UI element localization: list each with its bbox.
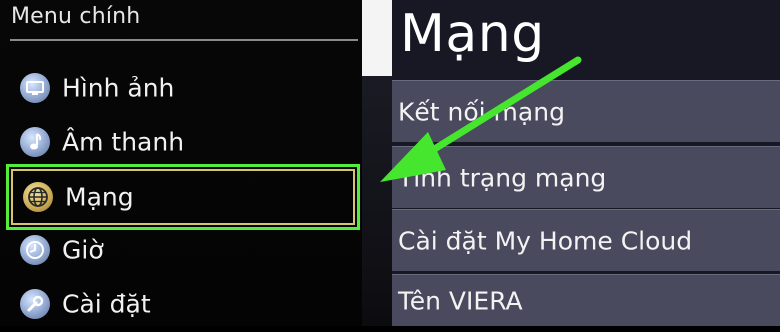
selection-highlight	[11, 169, 355, 225]
submenu-item-label: Cài đặt My Home Cloud	[398, 226, 693, 255]
submenu-item-label: Tình trạng mạng	[398, 163, 607, 192]
submenu-item-home-cloud[interactable]: Cài đặt My Home Cloud	[392, 209, 780, 271]
menu-item-label: Cài đặt	[62, 289, 151, 319]
music-note-icon	[20, 127, 50, 157]
menu-item-label: Mạng	[65, 182, 134, 212]
main-menu-panel: Menu chính Hình ảnh Âm thanh Mạng Giờ Cà…	[0, 0, 370, 326]
submenu-item-network-connection[interactable]: Kết nối mạng	[392, 80, 780, 142]
wrench-icon	[20, 289, 50, 319]
menu-item-network[interactable]: Mạng	[6, 164, 360, 230]
submenu-title: Mạng	[400, 4, 545, 64]
menu-item-sound[interactable]: Âm thanh	[6, 114, 360, 170]
globe-icon	[23, 182, 53, 212]
menu-item-picture[interactable]: Hình ảnh	[6, 60, 360, 116]
clock-icon	[20, 235, 50, 265]
title-divider	[10, 39, 358, 41]
submenu-item-viera-name[interactable]: Tên VIERA	[392, 274, 780, 326]
menu-item-label: Giờ	[62, 235, 104, 265]
menu-item-label: Âm thanh	[62, 127, 185, 157]
panel-divider-highlight	[362, 0, 392, 76]
submenu-item-network-status[interactable]: Tình trạng mạng	[392, 146, 780, 208]
picture-icon	[20, 73, 50, 103]
submenu-item-label: Kết nối mạng	[398, 97, 565, 126]
network-submenu-panel: Mạng Kết nối mạng Tình trạng mạng Cài đặ…	[392, 0, 780, 326]
menu-item-label: Hình ảnh	[62, 73, 175, 103]
menu-item-clock[interactable]: Giờ	[6, 222, 360, 278]
menu-item-settings[interactable]: Cài đặt	[6, 276, 360, 332]
main-menu-title: Menu chính	[11, 4, 141, 29]
submenu-item-label: Tên VIERA	[398, 286, 523, 315]
